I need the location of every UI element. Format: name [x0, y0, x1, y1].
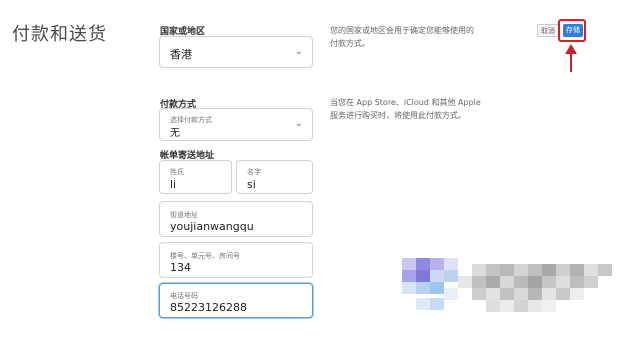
chevron-down-icon: ⌄: [294, 46, 303, 57]
save-highlight-box: [558, 19, 586, 42]
section-title: 付款和送货: [12, 24, 107, 45]
last-name-caption: 姓氏: [170, 168, 184, 176]
building-caption: 楼号、单元号、房间号: [170, 252, 240, 260]
country-hint: 您的国家或地区会用于确定您能够使用的 付款方式。: [330, 26, 474, 48]
building-field[interactable]: 楼号、单元号、房间号 134: [159, 242, 313, 278]
phone-value: 85223126288: [170, 301, 247, 314]
chevron-down-icon: ⌄: [294, 118, 303, 129]
phone-field[interactable]: 电话号码 85223126288: [159, 283, 313, 318]
cancel-button[interactable]: 取消: [537, 24, 559, 37]
payment-select[interactable]: 选择付款方式 无 ⌄: [159, 108, 313, 141]
last-name-value: li: [170, 178, 177, 191]
country-select[interactable]: 香港 ⌄: [159, 36, 313, 68]
first-name-field[interactable]: 名字 si: [236, 160, 313, 194]
street-field[interactable]: 街道地址 youjianwangqu: [159, 201, 313, 237]
street-caption: 街道地址: [170, 211, 198, 219]
street-value: youjianwangqu: [170, 220, 254, 233]
phone-caption: 电话号码: [170, 292, 198, 300]
first-name-value: si: [247, 178, 256, 191]
payment-hint: 当您在 App Store、iCloud 和其他 Apple 服务进行购买时，将…: [330, 98, 481, 120]
payment-value: 无: [170, 128, 180, 139]
first-name-caption: 名字: [247, 168, 261, 176]
building-value: 134: [170, 261, 191, 274]
pixelated-redaction: [402, 258, 630, 326]
last-name-field[interactable]: 姓氏 li: [159, 160, 232, 194]
up-arrow-shaft: [570, 52, 572, 72]
country-value: 香港: [170, 48, 192, 61]
